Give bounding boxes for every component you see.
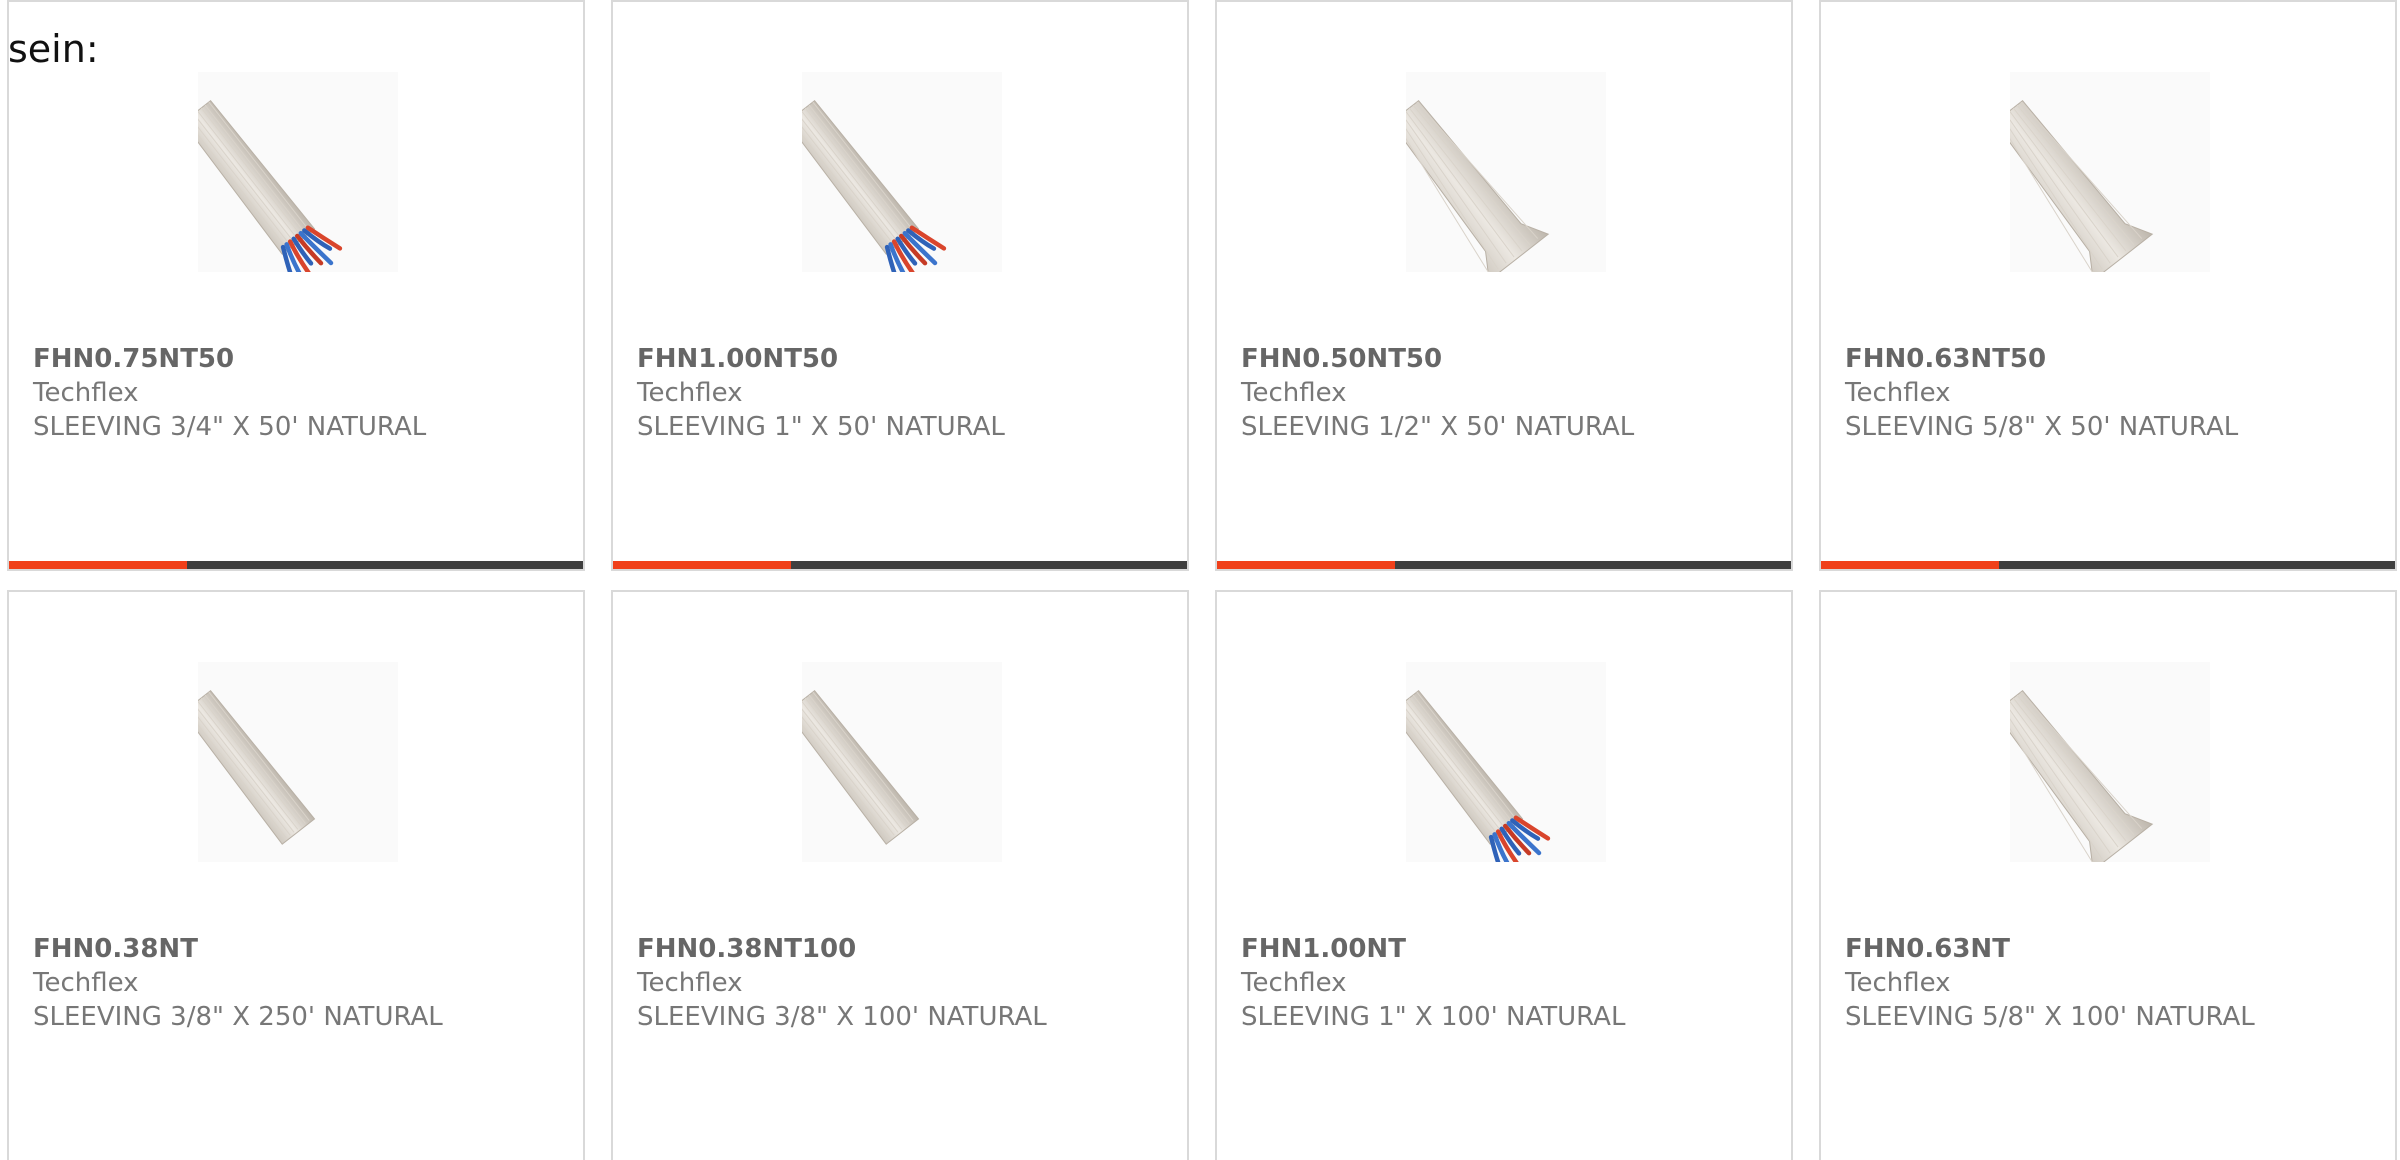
product-image[interactable]: [198, 72, 398, 272]
sleeving-plain-icon: [198, 690, 316, 845]
product-image[interactable]: [2010, 662, 2210, 862]
card-progress-fill: [9, 561, 187, 569]
product-description: SLEEVING 1" X 100' NATURAL: [1241, 1002, 1626, 1032]
card-progress-bar: [1217, 561, 1791, 569]
product-description: SLEEVING 1/2" X 50' NATURAL: [1241, 412, 1635, 442]
product-image[interactable]: [802, 72, 1002, 272]
product-info: FHN0.63NT Techflex SLEEVING 5/8" X 100' …: [1845, 932, 2375, 1034]
card-progress-fill: [613, 561, 791, 569]
product-image[interactable]: [802, 662, 1002, 862]
product-part-number[interactable]: FHN0.38NT100: [637, 932, 1167, 966]
page-label: sein:: [8, 27, 99, 71]
product-grid: FHN0.75NT50 Techflex SLEEVING 3/4" X 50'…: [7, 0, 2400, 1160]
product-card[interactable]: FHN0.75NT50 Techflex SLEEVING 3/4" X 50'…: [7, 0, 585, 571]
card-progress-fill: [1217, 561, 1395, 569]
card-progress-fill: [1821, 561, 1999, 569]
product-part-number[interactable]: FHN0.63NT: [1845, 932, 2375, 966]
sleeving-with-wires-icon: [198, 100, 343, 272]
product-card[interactable]: FHN0.63NT Techflex SLEEVING 5/8" X 100' …: [1819, 590, 2397, 1160]
product-card[interactable]: FHN0.38NT100 Techflex SLEEVING 3/8" X 10…: [611, 590, 1189, 1160]
product-part-number[interactable]: FHN1.00NT: [1241, 932, 1771, 966]
product-image[interactable]: [1406, 72, 1606, 272]
product-manufacturer: Techflex: [33, 378, 139, 408]
product-part-number[interactable]: FHN0.63NT50: [1845, 342, 2375, 376]
product-description: SLEEVING 1" X 50' NATURAL: [637, 412, 1005, 442]
product-part-number[interactable]: FHN0.50NT50: [1241, 342, 1771, 376]
sleeving-flared-icon: [1406, 100, 1550, 272]
product-manufacturer: Techflex: [33, 968, 139, 998]
product-image[interactable]: [2010, 72, 2210, 272]
sleeving-plain-icon: [802, 690, 920, 845]
product-card[interactable]: FHN1.00NT50 Techflex SLEEVING 1" X 50' N…: [611, 0, 1189, 571]
sleeving-flared-icon: [2010, 690, 2154, 862]
product-manufacturer: Techflex: [1241, 378, 1347, 408]
product-description: SLEEVING 3/8" X 100' NATURAL: [637, 1002, 1047, 1032]
product-card[interactable]: FHN0.63NT50 Techflex SLEEVING 5/8" X 50'…: [1819, 0, 2397, 571]
product-info: FHN0.38NT Techflex SLEEVING 3/8" X 250' …: [33, 932, 563, 1034]
product-manufacturer: Techflex: [1845, 968, 1951, 998]
product-info: FHN0.50NT50 Techflex SLEEVING 1/2" X 50'…: [1241, 342, 1771, 444]
product-part-number[interactable]: FHN0.38NT: [33, 932, 563, 966]
card-progress-bar: [9, 561, 583, 569]
product-description: SLEEVING 3/8" X 250' NATURAL: [33, 1002, 443, 1032]
card-progress-bar: [613, 561, 1187, 569]
product-description: SLEEVING 5/8" X 50' NATURAL: [1845, 412, 2239, 442]
product-description: SLEEVING 5/8" X 100' NATURAL: [1845, 1002, 2255, 1032]
product-info: FHN0.75NT50 Techflex SLEEVING 3/4" X 50'…: [33, 342, 563, 444]
product-manufacturer: Techflex: [637, 968, 743, 998]
product-part-number[interactable]: FHN1.00NT50: [637, 342, 1167, 376]
sleeving-flared-icon: [2010, 100, 2154, 272]
product-image[interactable]: [198, 662, 398, 862]
product-info: FHN0.63NT50 Techflex SLEEVING 5/8" X 50'…: [1845, 342, 2375, 444]
sleeving-with-wires-icon: [802, 100, 947, 272]
product-card[interactable]: FHN1.00NT Techflex SLEEVING 1" X 100' NA…: [1215, 590, 1793, 1160]
product-manufacturer: Techflex: [637, 378, 743, 408]
product-part-number[interactable]: FHN0.75NT50: [33, 342, 563, 376]
product-info: FHN1.00NT Techflex SLEEVING 1" X 100' NA…: [1241, 932, 1771, 1034]
product-info: FHN1.00NT50 Techflex SLEEVING 1" X 50' N…: [637, 342, 1167, 444]
product-image[interactable]: [1406, 662, 1606, 862]
sleeving-with-wires-icon: [1406, 690, 1551, 862]
product-info: FHN0.38NT100 Techflex SLEEVING 3/8" X 10…: [637, 932, 1167, 1034]
product-description: SLEEVING 3/4" X 50' NATURAL: [33, 412, 427, 442]
card-progress-bar: [1821, 561, 2395, 569]
product-manufacturer: Techflex: [1845, 378, 1951, 408]
product-card[interactable]: FHN0.50NT50 Techflex SLEEVING 1/2" X 50'…: [1215, 0, 1793, 571]
product-manufacturer: Techflex: [1241, 968, 1347, 998]
product-card[interactable]: FHN0.38NT Techflex SLEEVING 3/8" X 250' …: [7, 590, 585, 1160]
